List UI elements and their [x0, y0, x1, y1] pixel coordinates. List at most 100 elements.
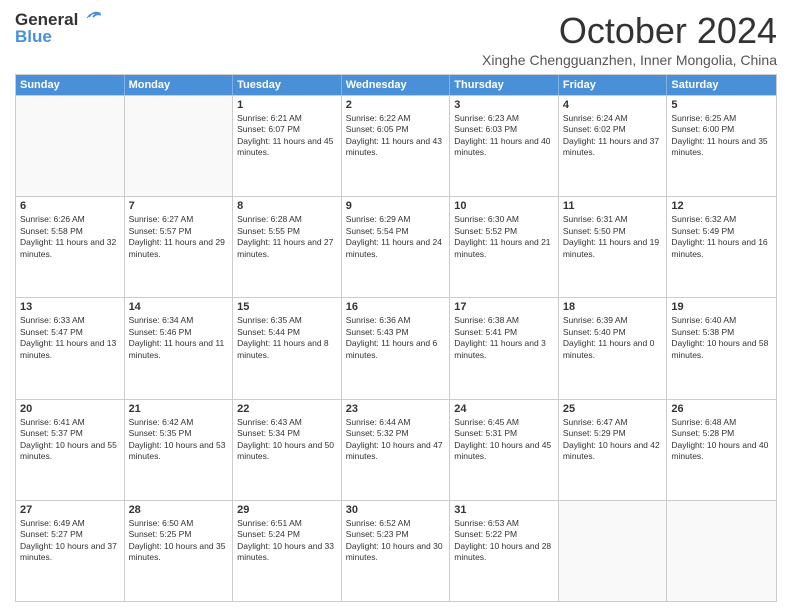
cell-text: Sunrise: 6:51 AMSunset: 5:24 PMDaylight:…: [237, 518, 337, 564]
day-number: 10: [454, 200, 554, 212]
day-number: 21: [129, 403, 229, 415]
day-number: 20: [20, 403, 120, 415]
calendar-week-3: 13 Sunrise: 6:33 AMSunset: 5:47 PMDayligh…: [16, 297, 776, 398]
header-wednesday: Wednesday: [342, 75, 451, 95]
cell-text: Sunrise: 6:25 AMSunset: 6:00 PMDaylight:…: [671, 113, 772, 159]
cell-text: Sunrise: 6:23 AMSunset: 6:03 PMDaylight:…: [454, 113, 554, 159]
day-number: 31: [454, 504, 554, 516]
month-title: October 2024: [482, 10, 777, 52]
day-number: 30: [346, 504, 446, 516]
day-number: 13: [20, 301, 120, 313]
cell-text: Sunrise: 6:49 AMSunset: 5:27 PMDaylight:…: [20, 518, 120, 564]
day-number: 22: [237, 403, 337, 415]
calendar-week-5: 27 Sunrise: 6:49 AMSunset: 5:27 PMDayligh…: [16, 500, 776, 601]
day-number: 28: [129, 504, 229, 516]
calendar-cell-1-3: 1Sunrise: 6:21 AMSunset: 6:07 PMDaylight…: [233, 96, 342, 196]
day-number: 26: [671, 403, 772, 415]
day-number: 1: [237, 99, 337, 111]
cell-text: Sunrise: 6:52 AMSunset: 5:23 PMDaylight:…: [346, 518, 446, 564]
cell-text: Sunrise: 6:42 AMSunset: 5:35 PMDaylight:…: [129, 417, 229, 463]
calendar-cell-1-5: 3 Sunrise: 6:23 AMSunset: 6:03 PMDaylight…: [450, 96, 559, 196]
page: General Blue October 2024 Xinghe Chenggu…: [0, 0, 792, 612]
calendar-week-4: 20Sunrise: 6:41 AMSunset: 5:37 PMDayligh…: [16, 399, 776, 500]
cell-text: Sunrise: 6:36 AMSunset: 5:43 PMDaylight:…: [346, 315, 446, 361]
logo-blue: Blue: [15, 27, 52, 47]
calendar-cell-1-4: 2 Sunrise: 6:22 AMSunset: 6:05 PMDaylight…: [342, 96, 451, 196]
day-number: 18: [563, 301, 663, 313]
day-number: 15: [237, 301, 337, 313]
calendar-cell-2-5: 10 Sunrise: 6:30 AMSunset: 5:52 PMDayligh…: [450, 197, 559, 297]
calendar-cell-5-7: [667, 501, 776, 601]
calendar-cell-4-2: 21 Sunrise: 6:42 AMSunset: 5:35 PMDayligh…: [125, 400, 234, 500]
calendar-cell-3-4: 16 Sunrise: 6:36 AMSunset: 5:43 PMDayligh…: [342, 298, 451, 398]
calendar-cell-4-4: 23Sunrise: 6:44 AMSunset: 5:32 PMDayligh…: [342, 400, 451, 500]
day-number: 12: [671, 200, 772, 212]
calendar-cell-5-6: [559, 501, 668, 601]
header: General Blue October 2024 Xinghe Chenggu…: [15, 10, 777, 68]
calendar-cell-2-6: 11 Sunrise: 6:31 AMSunset: 5:50 PMDayligh…: [559, 197, 668, 297]
cell-text: Sunrise: 6:33 AMSunset: 5:47 PMDaylight:…: [20, 315, 120, 361]
header-saturday: Saturday: [667, 75, 776, 95]
calendar-cell-5-3: 29Sunrise: 6:51 AMSunset: 5:24 PMDayligh…: [233, 501, 342, 601]
calendar-cell-2-7: 12Sunrise: 6:32 AMSunset: 5:49 PMDayligh…: [667, 197, 776, 297]
header-thursday: Thursday: [450, 75, 559, 95]
calendar: Sunday Monday Tuesday Wednesday Thursday…: [15, 74, 777, 602]
cell-text: Sunrise: 6:50 AMSunset: 5:25 PMDaylight:…: [129, 518, 229, 564]
day-number: 2: [346, 99, 446, 111]
calendar-cell-3-1: 13 Sunrise: 6:33 AMSunset: 5:47 PMDayligh…: [16, 298, 125, 398]
day-number: 27: [20, 504, 120, 516]
day-number: 16: [346, 301, 446, 313]
calendar-cell-1-2: [125, 96, 234, 196]
calendar-cell-2-3: 8 Sunrise: 6:28 AMSunset: 5:55 PMDaylight…: [233, 197, 342, 297]
header-tuesday: Tuesday: [233, 75, 342, 95]
cell-text: Sunrise: 6:29 AMSunset: 5:54 PMDaylight:…: [346, 214, 446, 260]
header-friday: Friday: [559, 75, 668, 95]
calendar-cell-5-4: 30 Sunrise: 6:52 AMSunset: 5:23 PMDayligh…: [342, 501, 451, 601]
calendar-cell-4-5: 24Sunrise: 6:45 AMSunset: 5:31 PMDayligh…: [450, 400, 559, 500]
logo-bird-icon: [79, 10, 101, 24]
cell-text: Sunrise: 6:22 AMSunset: 6:05 PMDaylight:…: [346, 113, 446, 159]
cell-text: Sunrise: 6:53 AMSunset: 5:22 PMDaylight:…: [454, 518, 554, 564]
calendar-cell-4-1: 20Sunrise: 6:41 AMSunset: 5:37 PMDayligh…: [16, 400, 125, 500]
cell-text: Sunrise: 6:24 AMSunset: 6:02 PMDaylight:…: [563, 113, 663, 159]
calendar-header: Sunday Monday Tuesday Wednesday Thursday…: [16, 75, 776, 95]
calendar-cell-1-7: 5 Sunrise: 6:25 AMSunset: 6:00 PMDaylight…: [667, 96, 776, 196]
calendar-cell-3-2: 14 Sunrise: 6:34 AMSunset: 5:46 PMDayligh…: [125, 298, 234, 398]
cell-text: Sunrise: 6:27 AMSunset: 5:57 PMDaylight:…: [129, 214, 229, 260]
calendar-cell-5-2: 28 Sunrise: 6:50 AMSunset: 5:25 PMDayligh…: [125, 501, 234, 601]
day-number: 6: [20, 200, 120, 212]
cell-text: Sunrise: 6:28 AMSunset: 5:55 PMDaylight:…: [237, 214, 337, 260]
day-number: 14: [129, 301, 229, 313]
cell-text: Sunrise: 6:44 AMSunset: 5:32 PMDaylight:…: [346, 417, 446, 463]
cell-text: Sunrise: 6:48 AMSunset: 5:28 PMDaylight:…: [671, 417, 772, 463]
day-number: 17: [454, 301, 554, 313]
location-title: Xinghe Chengguanzhen, Inner Mongolia, Ch…: [482, 52, 777, 68]
cell-text: Sunrise: 6:39 AMSunset: 5:40 PMDaylight:…: [563, 315, 663, 361]
logo: General Blue: [15, 10, 101, 47]
calendar-cell-2-1: 6 Sunrise: 6:26 AMSunset: 5:58 PMDaylight…: [16, 197, 125, 297]
day-number: 7: [129, 200, 229, 212]
day-number: 11: [563, 200, 663, 212]
cell-text: Sunrise: 6:26 AMSunset: 5:58 PMDaylight:…: [20, 214, 120, 260]
calendar-week-1: 1Sunrise: 6:21 AMSunset: 6:07 PMDaylight…: [16, 95, 776, 196]
calendar-body: 1Sunrise: 6:21 AMSunset: 6:07 PMDaylight…: [16, 95, 776, 601]
day-number: 5: [671, 99, 772, 111]
day-number: 19: [671, 301, 772, 313]
calendar-cell-1-1: [16, 96, 125, 196]
calendar-cell-1-6: 4Sunrise: 6:24 AMSunset: 6:02 PMDaylight…: [559, 96, 668, 196]
header-monday: Monday: [125, 75, 234, 95]
cell-text: Sunrise: 6:40 AMSunset: 5:38 PMDaylight:…: [671, 315, 772, 361]
cell-text: Sunrise: 6:43 AMSunset: 5:34 PMDaylight:…: [237, 417, 337, 463]
calendar-cell-3-6: 18 Sunrise: 6:39 AMSunset: 5:40 PMDayligh…: [559, 298, 668, 398]
day-number: 8: [237, 200, 337, 212]
cell-text: Sunrise: 6:38 AMSunset: 5:41 PMDaylight:…: [454, 315, 554, 361]
cell-text: Sunrise: 6:47 AMSunset: 5:29 PMDaylight:…: [563, 417, 663, 463]
cell-text: Sunrise: 6:30 AMSunset: 5:52 PMDaylight:…: [454, 214, 554, 260]
day-number: 3: [454, 99, 554, 111]
cell-text: Sunrise: 6:31 AMSunset: 5:50 PMDaylight:…: [563, 214, 663, 260]
calendar-cell-2-4: 9Sunrise: 6:29 AMSunset: 5:54 PMDaylight…: [342, 197, 451, 297]
calendar-cell-4-3: 22 Sunrise: 6:43 AMSunset: 5:34 PMDayligh…: [233, 400, 342, 500]
calendar-cell-2-2: 7 Sunrise: 6:27 AMSunset: 5:57 PMDaylight…: [125, 197, 234, 297]
cell-text: Sunrise: 6:34 AMSunset: 5:46 PMDaylight:…: [129, 315, 229, 361]
calendar-cell-4-7: 26 Sunrise: 6:48 AMSunset: 5:28 PMDayligh…: [667, 400, 776, 500]
